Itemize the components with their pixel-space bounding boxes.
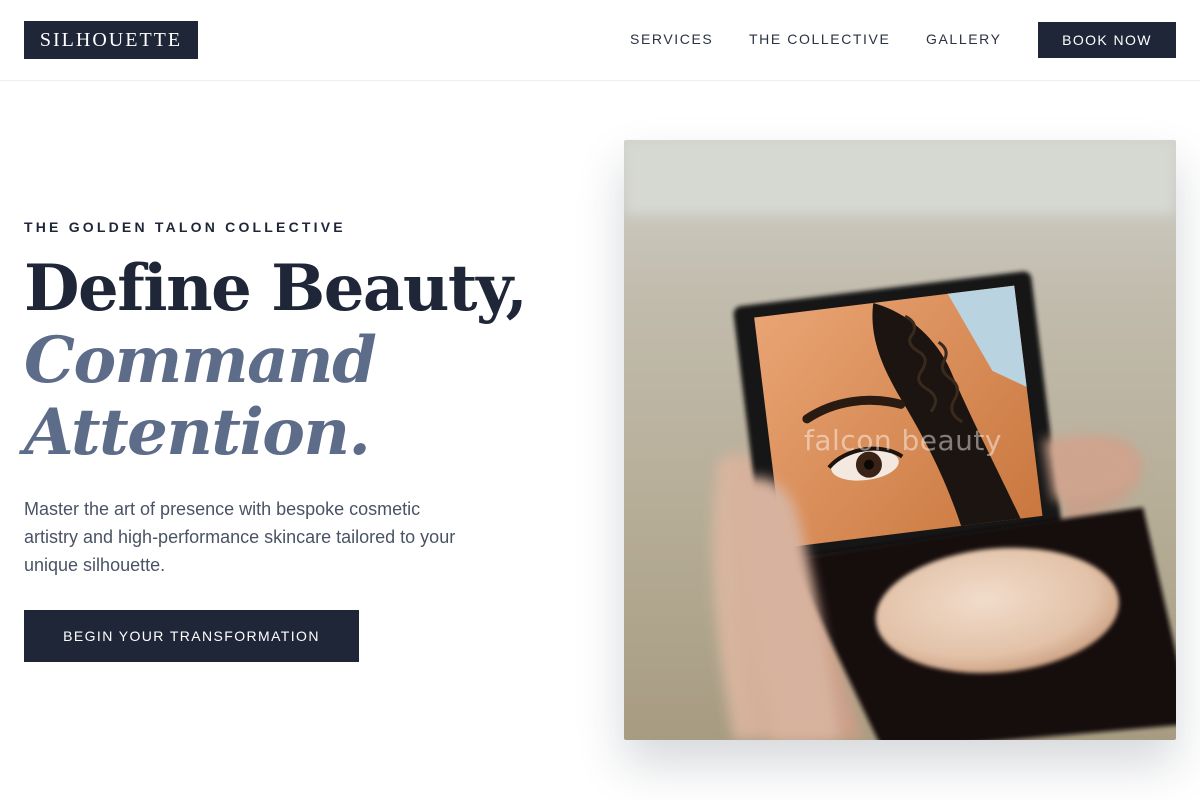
hero-eyebrow: THE GOLDEN TALON COLLECTIVE — [24, 219, 346, 235]
hero-lead-text: Master the art of presence with bespoke … — [24, 499, 456, 575]
hero-image: falcon beauty — [624, 140, 1176, 740]
image-watermark: falcon beauty — [804, 424, 1002, 457]
nav-link-the-collective[interactable]: THE COLLECTIVE — [749, 31, 890, 47]
brand-logo[interactable]: SILHOUETTE — [24, 21, 198, 59]
headline-line-3: Attention. — [24, 395, 371, 470]
nav-link-gallery[interactable]: GALLERY — [926, 31, 1002, 47]
hero-headline: Define Beauty, Command Attention. — [24, 251, 528, 470]
begin-transformation-button[interactable]: BEGIN YOUR TRANSFORMATION — [24, 610, 359, 662]
headline-line-1: Define Beauty, — [24, 251, 528, 326]
site-header: SILHOUETTE SERVICES THE COLLECTIVE GALLE… — [0, 0, 1200, 81]
nav-link-services[interactable]: SERVICES — [630, 31, 713, 47]
book-now-button[interactable]: BOOK NOW — [1038, 22, 1176, 58]
headline-line-2: Command — [24, 323, 377, 398]
